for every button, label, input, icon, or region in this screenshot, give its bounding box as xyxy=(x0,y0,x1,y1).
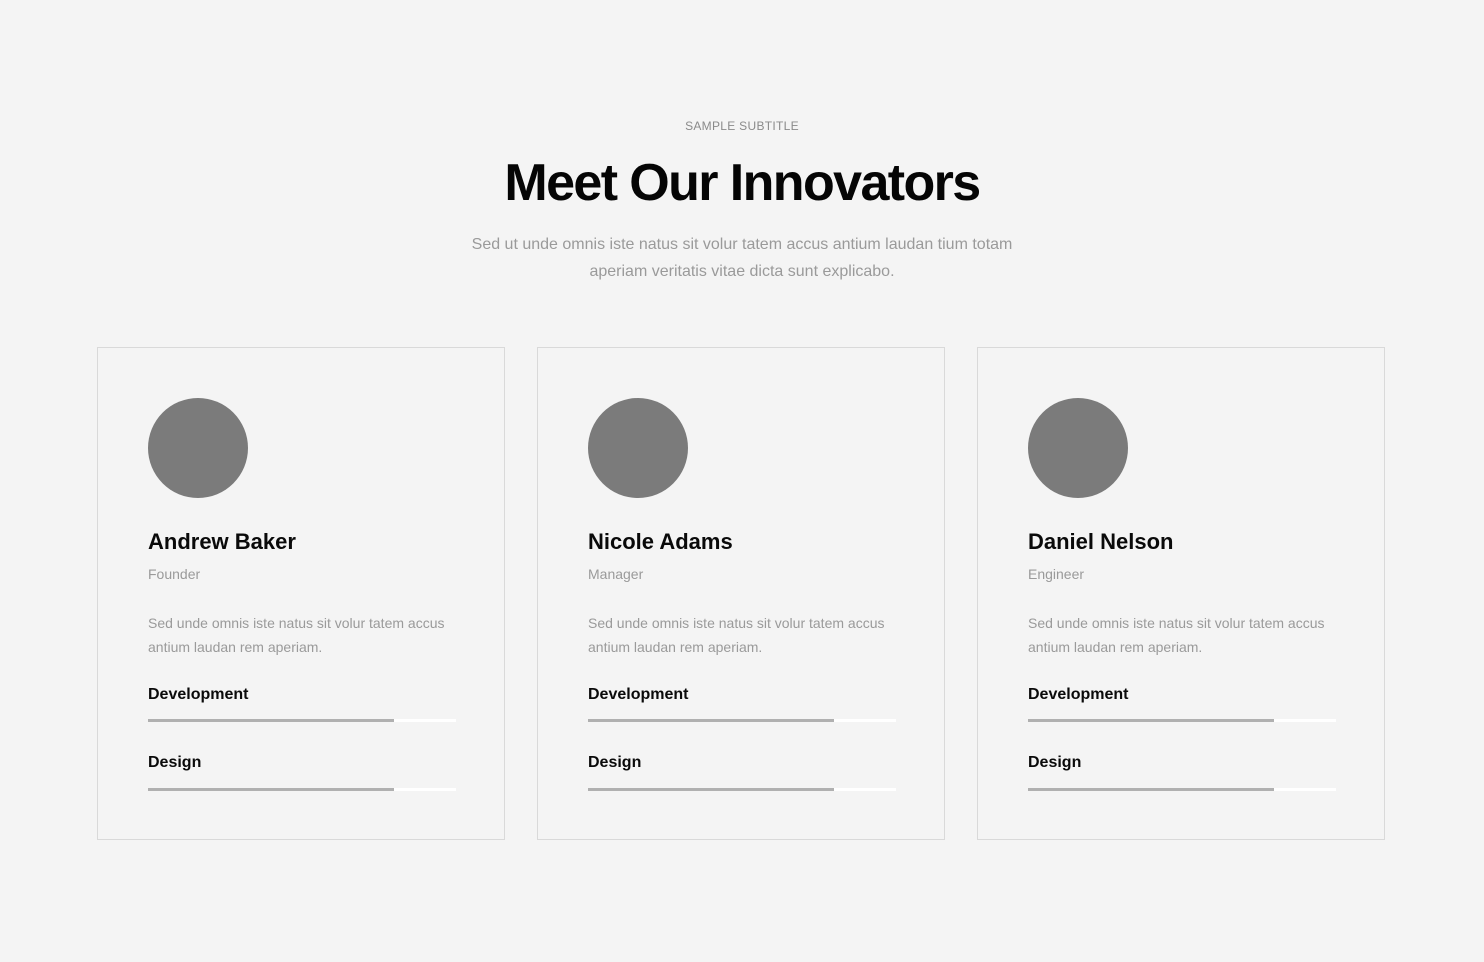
member-name: Andrew Baker xyxy=(148,529,296,554)
skill-bar xyxy=(1028,719,1336,722)
skill-bar xyxy=(148,719,456,722)
skill-label: Design xyxy=(148,754,202,771)
member-name: Nicole Adams xyxy=(588,529,733,554)
member-bio: Sed unde omnis iste natus sit volur tate… xyxy=(588,615,885,655)
skill-label: Development xyxy=(588,686,689,703)
avatar xyxy=(1028,398,1128,498)
skill-bar-fill xyxy=(588,788,835,791)
section-title: Meet Our Innovators xyxy=(504,154,981,212)
skill-label: Design xyxy=(1028,754,1082,771)
team-card: Andrew Baker Founder Sed unde omnis iste… xyxy=(97,347,505,840)
skill-bar xyxy=(588,788,896,791)
member-name: Daniel Nelson xyxy=(1028,529,1174,554)
avatar xyxy=(588,398,688,498)
member-bio: Sed unde omnis iste natus sit volur tate… xyxy=(1028,615,1325,655)
member-bio: Sed unde omnis iste natus sit volur tate… xyxy=(148,615,445,655)
skill-bar-fill xyxy=(148,788,395,791)
member-role: Founder xyxy=(148,566,201,582)
section-intro: Sed ut unde omnis iste natus sit volur t… xyxy=(471,236,1013,280)
member-role: Engineer xyxy=(1028,566,1085,582)
skill-bar-fill xyxy=(1028,788,1275,791)
member-role: Manager xyxy=(588,566,644,582)
skill-label: Development xyxy=(148,686,249,703)
skill-bar-fill xyxy=(148,719,395,722)
skill-bar-fill xyxy=(588,719,835,722)
skill-bar xyxy=(1028,788,1336,791)
team-card: Nicole Adams Manager Sed unde omnis iste… xyxy=(537,347,945,840)
skill-bar xyxy=(588,719,896,722)
team-card: Daniel Nelson Engineer Sed unde omnis is… xyxy=(977,347,1385,840)
skill-bar xyxy=(148,788,456,791)
section-subtitle: SAMPLE SUBTITLE xyxy=(685,119,799,133)
skill-label: Development xyxy=(1028,686,1129,703)
skill-bar-fill xyxy=(1028,719,1275,722)
skill-label: Design xyxy=(588,754,642,771)
avatar xyxy=(148,398,248,498)
